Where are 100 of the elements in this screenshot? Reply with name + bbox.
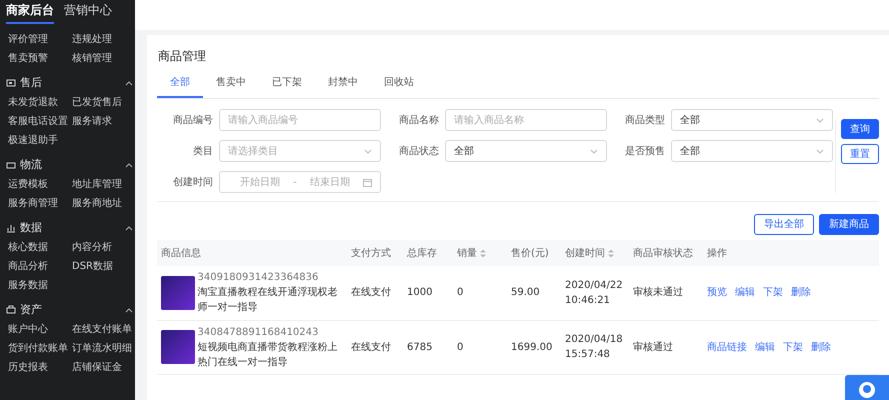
sidebar-item[interactable]: 未发货退款 [6,97,58,108]
table-cell: 6785 [407,342,432,352]
table-cell-text: 2020/04/18 [565,333,624,347]
sidebar-item[interactable]: 订单流水明细 [70,343,132,354]
chevron-down-icon [816,118,824,122]
table-cell: 审核通过 [633,342,673,352]
sidebar-item[interactable]: 评价管理 [6,34,48,45]
sidebar-item[interactable]: DSR数据 [70,261,113,272]
sidebar-item[interactable]: 客服电话设置 [6,116,68,127]
table-cell: 在线支付 [351,342,391,352]
action-link[interactable]: 预览 [707,287,727,298]
action-link[interactable]: 编辑 [735,287,755,298]
sidebar-item[interactable]: 服务商管理 [6,198,58,209]
column-header: 操作 [707,246,727,260]
column-header: 创建时间 [565,246,605,260]
sidebar-item[interactable]: 在线支付账单 [70,324,132,335]
action-link[interactable]: 编辑 [755,342,775,352]
sidebar-tab[interactable]: 营销中心 [64,0,112,24]
tab[interactable]: 回收站 [371,75,427,98]
sidebar-item[interactable]: 售卖预警 [6,53,48,64]
table-cell: 在线支付 [351,287,391,298]
wallet-icon [6,305,16,315]
sidebar-item[interactable]: 账户中心 [6,324,48,335]
chevron-down-icon [590,148,598,154]
sidebar-item[interactable]: 历史报表 [6,362,48,373]
export-button[interactable]: 导出全部 [754,214,814,235]
column-header: 销量 [457,246,477,260]
chevron-up-icon[interactable] [125,80,133,86]
action-link[interactable]: 下架 [783,342,803,352]
field-label: 商品名称 [398,114,439,128]
field-label: 创建时间 [172,176,213,190]
sidebar-item[interactable]: 违规处理 [70,34,112,45]
action-link[interactable]: 删除 [791,287,811,298]
product-id: 3409180931423364836 [198,271,320,286]
sidebar-group-title[interactable]: 售后 [20,74,121,92]
table-cell: 0 [457,342,464,352]
column-header: 商品审核状态 [633,246,693,260]
sidebar-group-title[interactable]: 资产 [20,302,121,318]
product-name: 淘宝直播教程在线开通浮现权老师一对一指导 [198,286,338,316]
tab[interactable]: 售卖中 [203,75,259,98]
action-link[interactable]: 下架 [763,287,783,298]
box-icon [6,160,16,170]
field-label: 商品类型 [624,114,665,128]
field-label: 类目 [192,144,213,158]
product-id: 3408478891168410243 [198,326,320,340]
chevron-up-icon[interactable] [125,162,133,168]
sidebar-item[interactable]: 已发货售后 [70,97,122,108]
chevron-down-icon [816,148,824,154]
chevron-up-icon[interactable] [125,307,133,313]
select-field[interactable]: 全部 [671,140,833,162]
reset-button[interactable]: 重置 [841,144,879,164]
product-name: 短视频电商直播带货教程涨粉上热门在线一对一指导 [198,340,338,370]
table-cell-text: 10:46:21 [565,294,611,308]
action-link[interactable]: 商品链接 [707,342,747,352]
sidebar-item[interactable]: 服务数据 [6,280,48,291]
text-field[interactable]: 请输入商品名称 [445,109,607,131]
sidebar-item[interactable]: 服务请求 [70,116,112,127]
sidebar-item[interactable]: 极速退助手 [6,135,58,146]
table-cell: 1699.00 [511,342,552,352]
table-cell: 59.00 [511,287,540,298]
product-image [161,330,195,364]
page-title: 商品管理 [158,48,207,65]
sidebar-item[interactable]: 商品分析 [6,261,48,272]
table-cell-text: 15:57:48 [565,348,611,362]
action-link[interactable]: 删除 [811,342,831,352]
select-field[interactable]: 全部 [671,109,833,131]
column-header: 总库存 [407,246,437,260]
sidebar-item[interactable]: 服务商地址 [70,198,122,209]
column-header: 售价(元) [511,246,549,260]
create-button[interactable]: 新建商品 [819,214,879,235]
card-icon [6,78,16,88]
sidebar-item[interactable]: 核销管理 [70,53,112,64]
select-field[interactable]: 全部 [445,140,607,162]
text-field[interactable]: 请输入商品编号 [219,109,381,131]
tab[interactable]: 已下架 [259,75,315,98]
table-cell: 0 [457,287,464,298]
table-cell-text: 2020/04/22 [565,278,624,293]
sidebar-item[interactable]: 店铺保证金 [70,362,122,373]
tab[interactable]: 全部 [157,75,203,98]
sidebar-item[interactable]: 核心数据 [6,242,48,253]
column-header: 商品信息 [161,246,201,260]
field-label: 商品状态 [398,144,439,158]
chevron-up-icon[interactable] [125,225,133,231]
search-button[interactable]: 查询 [841,119,879,139]
table-cell: 审核未通过 [633,287,683,298]
field-label: 是否预售 [624,144,665,158]
sidebar-item[interactable]: 地址库管理 [70,179,122,190]
chevron-down-icon [364,148,372,154]
support-icon[interactable] [858,381,876,399]
sidebar-item[interactable]: 内容分析 [70,242,112,253]
sidebar-item[interactable]: 运费模板 [6,179,48,190]
tab[interactable]: 封禁中 [315,75,371,98]
sidebar-group-title[interactable]: 物流 [20,156,121,174]
chart-icon [6,223,16,233]
sidebar-item[interactable]: 货到付款账单 [6,343,68,354]
field-label: 商品编号 [172,114,213,128]
sidebar-tab[interactable]: 商家后台 [6,0,54,24]
chat-widget[interactable] [845,375,889,400]
product-image [161,276,195,310]
sidebar-group-title[interactable]: 数据 [20,220,121,236]
